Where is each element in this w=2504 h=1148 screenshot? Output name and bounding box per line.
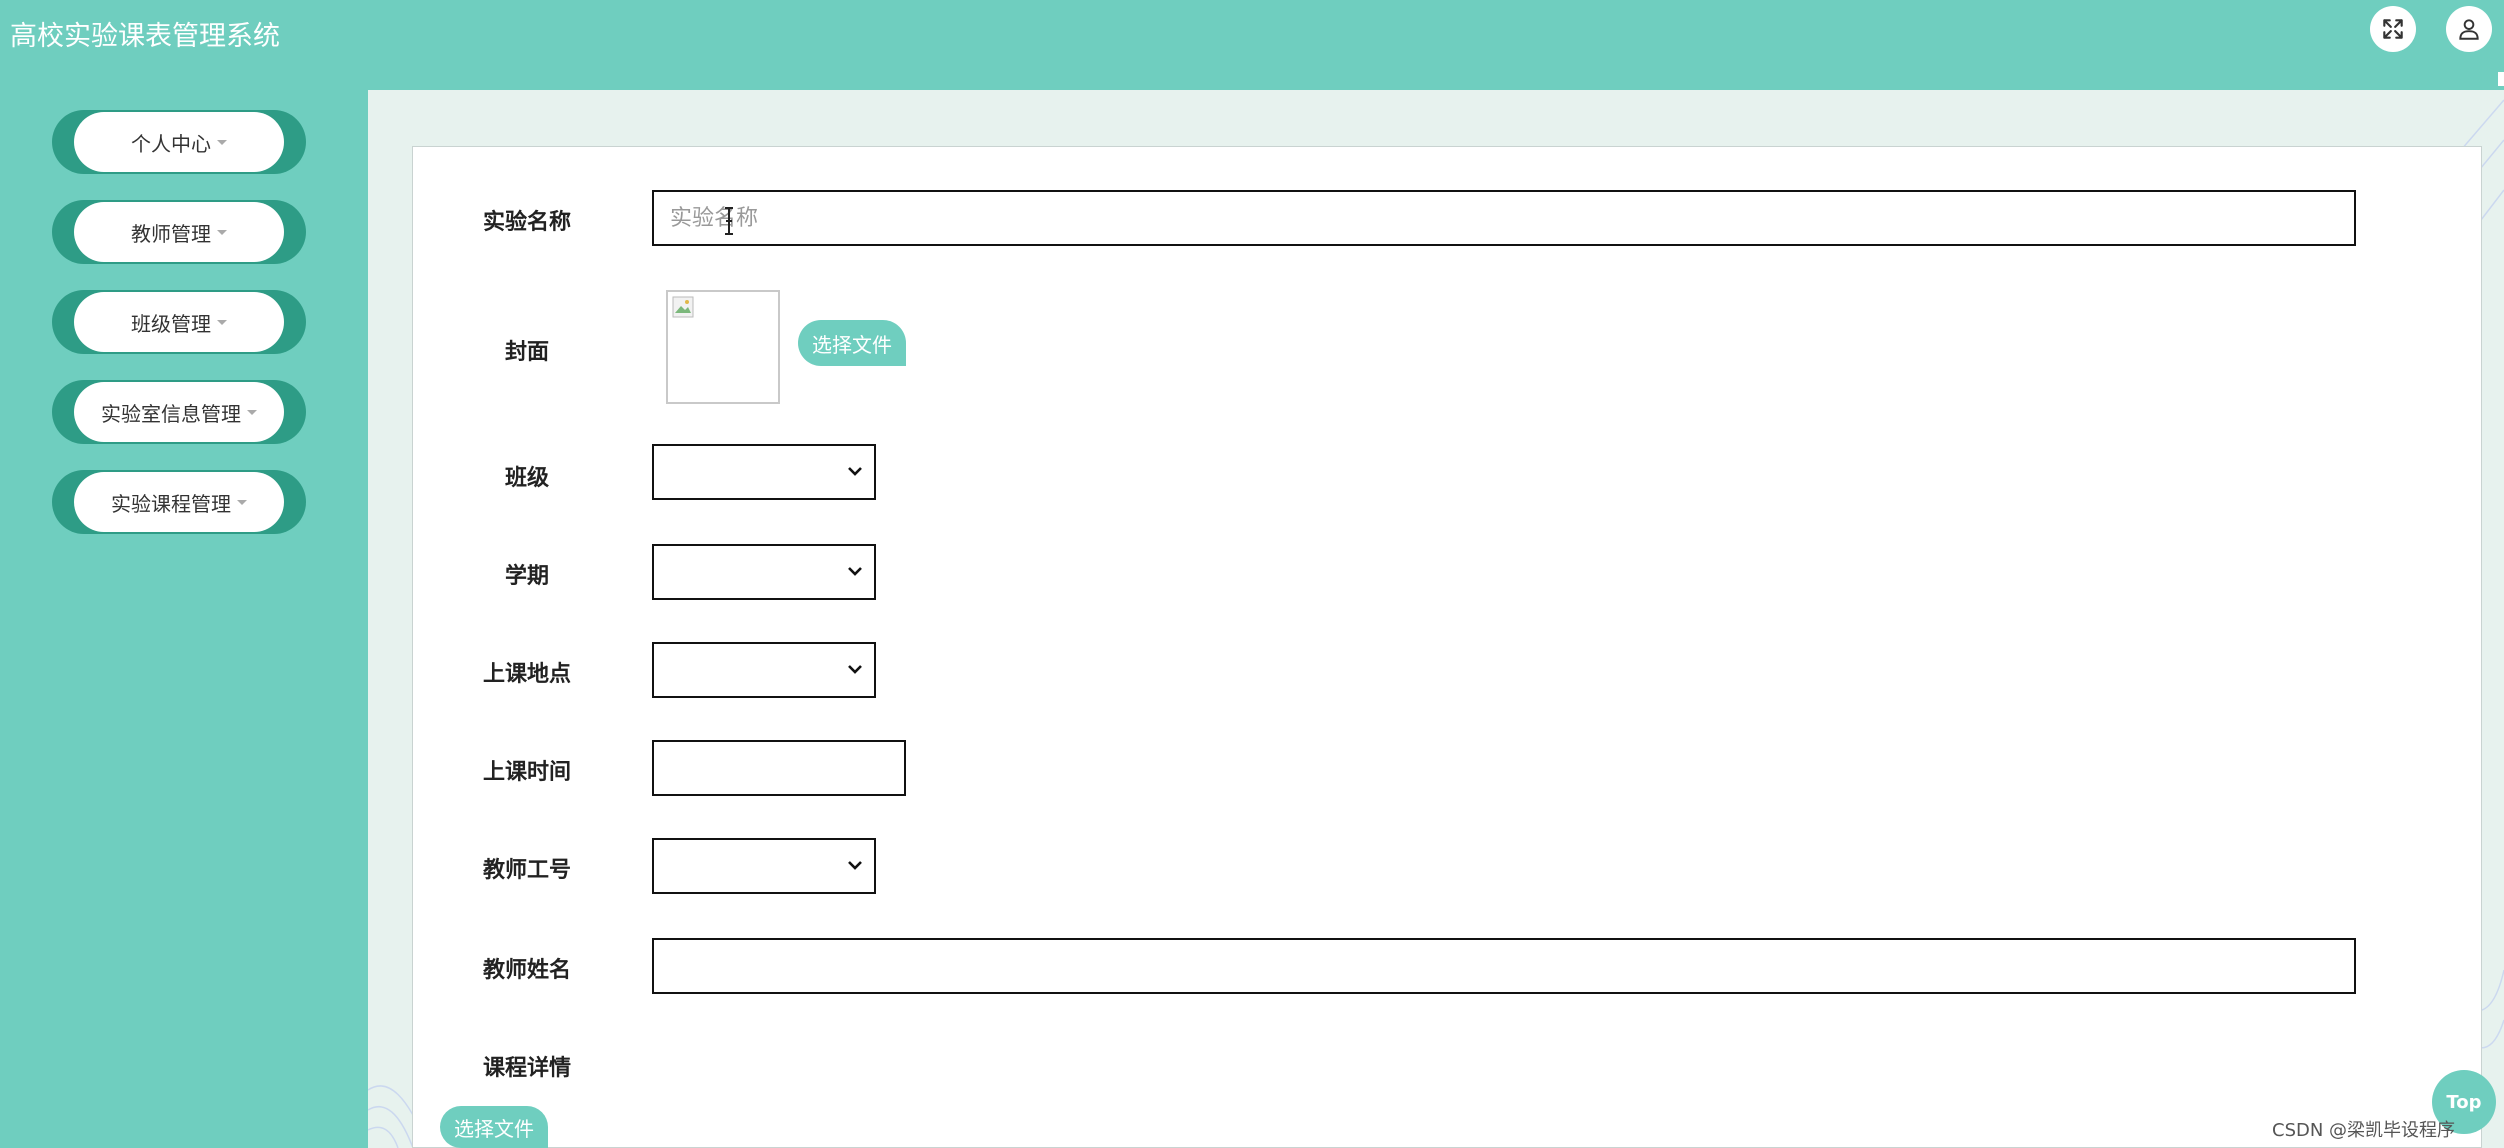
watermark: CSDN @梁凯毕设程序 (2272, 1120, 2456, 1141)
location-label: 上课地点 (482, 662, 571, 687)
cover-image-preview (666, 290, 780, 404)
sidebar-item-pill: 个人中心 (74, 112, 284, 172)
caret-down-icon (237, 499, 247, 505)
term-label: 学期 (504, 564, 549, 589)
sidebar: 个人中心 教师管理 班级管理 实验室信息管理 实验课程管理 (0, 90, 368, 1148)
chevron-down-icon (848, 467, 862, 476)
time-input[interactable] (652, 740, 906, 796)
sidebar-item-lab-course-management[interactable]: 实验课程管理 (52, 470, 306, 534)
teacher-id-select[interactable] (652, 838, 876, 894)
cover-choose-file-button[interactable]: 选择文件 (798, 320, 906, 366)
sidebar-item-label: 实验课程管理 (111, 491, 231, 516)
sidebar-item-pill: 教师管理 (74, 202, 284, 262)
course-detail-label: 课程详情 (482, 1056, 571, 1081)
time-label: 上课时间 (482, 760, 571, 785)
sidebar-item-pill: 实验室信息管理 (74, 382, 284, 442)
chevron-down-icon (848, 861, 862, 870)
sidebar-item-pill: 班级管理 (74, 292, 284, 352)
sidebar-item-personal-center[interactable]: 个人中心 (52, 110, 306, 174)
chevron-down-icon (848, 567, 862, 576)
sidebar-item-label: 教师管理 (131, 221, 211, 246)
teacher-name-label: 教师姓名 (482, 958, 571, 983)
caret-down-icon (217, 229, 227, 235)
text-cursor-icon (725, 207, 733, 235)
experiment-name-label: 实验名称 (482, 210, 571, 235)
user-button[interactable] (2446, 6, 2492, 52)
app-title: 高校实验课表管理系统 (10, 21, 280, 52)
user-icon (2459, 19, 2479, 40)
class-select[interactable] (652, 444, 876, 500)
cover-label: 封面 (504, 340, 549, 365)
sidebar-item-label: 班级管理 (131, 311, 211, 336)
edge-marker (2498, 72, 2504, 86)
sidebar-item-teacher-management[interactable]: 教师管理 (52, 200, 306, 264)
class-label: 班级 (504, 466, 549, 491)
location-select[interactable] (652, 642, 876, 698)
top-header: 高校实验课表管理系统 (0, 0, 2504, 90)
sidebar-item-label: 个人中心 (131, 131, 211, 156)
term-select[interactable] (652, 544, 876, 600)
caret-down-icon (247, 409, 257, 415)
fullscreen-button[interactable] (2370, 6, 2416, 52)
caret-down-icon (217, 139, 227, 145)
teacher-name-input[interactable] (652, 938, 2356, 994)
sidebar-item-class-management[interactable]: 班级管理 (52, 290, 306, 354)
caret-down-icon (217, 319, 227, 325)
sidebar-item-label: 实验室信息管理 (101, 401, 241, 426)
broken-image-icon (672, 296, 694, 318)
expand-arrows-icon (2383, 19, 2403, 39)
experiment-name-input[interactable] (652, 190, 2356, 246)
chevron-down-icon (848, 665, 862, 674)
teacher-id-label: 教师工号 (482, 858, 571, 883)
course-detail-choose-file-button[interactable]: 选择文件 (440, 1106, 548, 1148)
sidebar-item-pill: 实验课程管理 (74, 472, 284, 532)
sidebar-item-lab-info-management[interactable]: 实验室信息管理 (52, 380, 306, 444)
